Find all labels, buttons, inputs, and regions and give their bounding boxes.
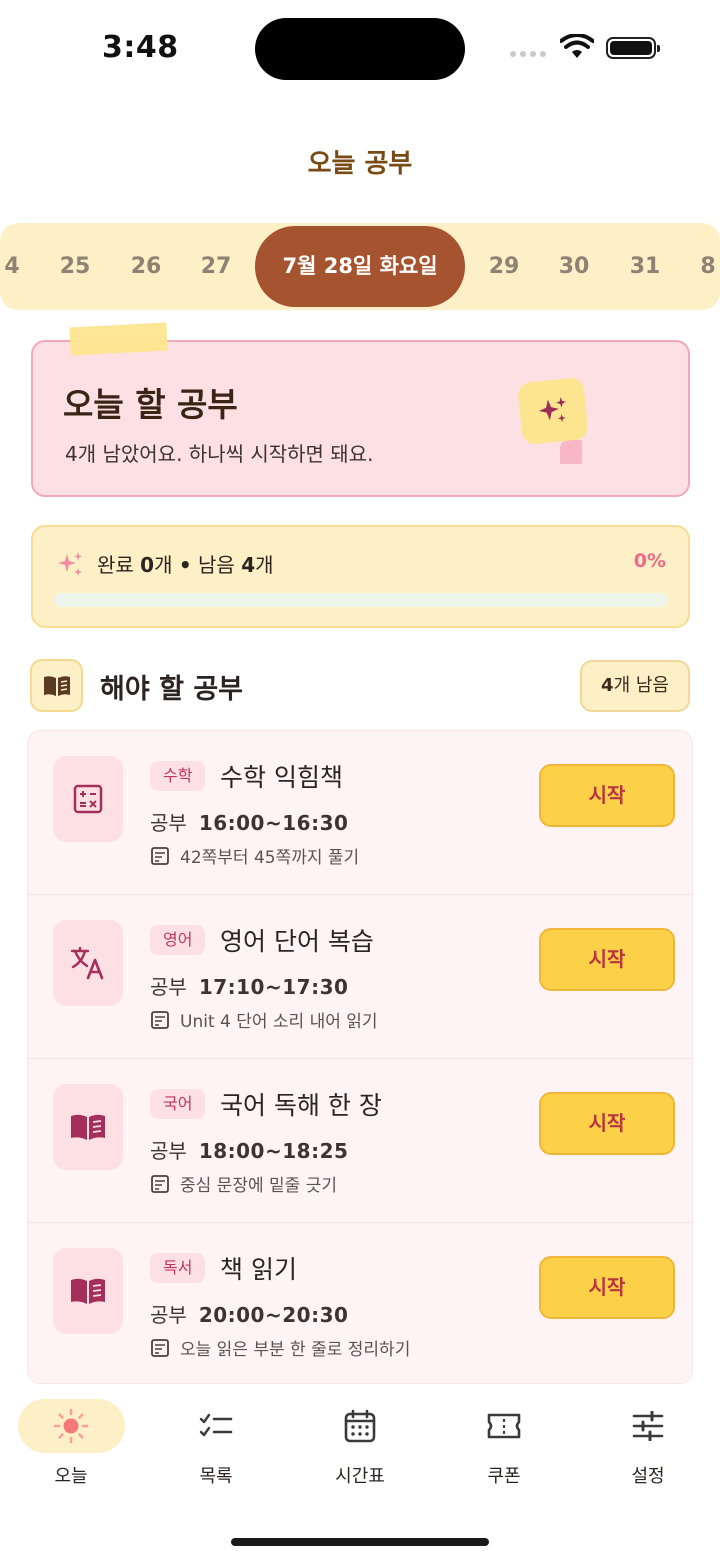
home-indicator: [231, 1538, 489, 1546]
selected-date-pill[interactable]: 7월 28일 화요일: [255, 226, 465, 307]
progress-bar: [54, 593, 667, 607]
calendar-icon: [306, 1399, 414, 1453]
dynamic-island: [255, 18, 465, 80]
today-summary-card: 오늘 할 공부 4개 남았어요. 하나씩 시작하면 돼요.: [31, 340, 690, 497]
task-row: 국어 국어 독해 한 장 공부 18:00~18:25 중심 문장에 밑줄 긋기 …: [28, 1059, 692, 1223]
nav-item-coupon[interactable]: 쿠폰: [450, 1399, 558, 1488]
checklist-icon: [162, 1399, 270, 1453]
date-item[interactable]: 4: [0, 223, 42, 310]
section-title: 해야 할 공부: [100, 674, 243, 705]
note-icon: [151, 846, 169, 865]
task-list: 수학 수학 익힘책 공부 16:00~16:30 42쪽부터 45쪽까지 풀기 시…: [27, 730, 693, 1384]
page-title: 오늘 공부: [307, 149, 413, 179]
status-bar: 3:48: [0, 0, 720, 100]
sparkle-icon: [58, 552, 82, 576]
subject-tag: 국어: [150, 1089, 206, 1119]
task-note: Unit 4 단어 소리 내어 읽기: [150, 1007, 378, 1032]
nav-label: 오늘: [54, 1466, 88, 1487]
decorative-tape: [69, 322, 168, 356]
note-icon: [151, 1174, 169, 1193]
date-item[interactable]: 27: [186, 223, 246, 310]
progress-percent: 0%: [633, 550, 666, 572]
bottom-nav: 오늘 목록 시간표 쿠폰 설정: [0, 1385, 720, 1561]
task-note: 42쪽부터 45쪽까지 풀기: [150, 843, 359, 868]
nav-label: 쿠폰: [487, 1466, 521, 1487]
wifi-icon: [560, 34, 594, 58]
subject-tag: 영어: [150, 925, 206, 955]
status-time: 3:48: [102, 30, 179, 65]
cellular-signal-icon: [510, 51, 546, 57]
note-icon: [151, 1338, 169, 1357]
start-button[interactable]: 시작: [539, 764, 675, 827]
task-time: 공부 20:00~20:30: [150, 1303, 349, 1327]
translate-icon: [53, 920, 123, 1006]
nav-label: 목록: [199, 1466, 233, 1487]
book-icon: [53, 1084, 123, 1170]
note-icon: [151, 1010, 169, 1029]
subject-tag: 수학: [150, 761, 206, 791]
progress-summary: 완료 0개 • 남음 4개: [97, 553, 274, 577]
ticket-icon: [450, 1399, 558, 1453]
task-time: 공부 17:10~17:30: [150, 975, 349, 999]
task-title: 책 읽기: [220, 1255, 297, 1284]
task-row: 영어 영어 단어 복습 공부 17:10~17:30 Unit 4 단어 소리 내…: [28, 895, 692, 1059]
nav-item-timetable[interactable]: 시간표: [306, 1399, 414, 1488]
start-button[interactable]: 시작: [539, 928, 675, 991]
sticker-tail: [560, 440, 582, 464]
battery-icon: [606, 37, 660, 59]
date-item[interactable]: 31: [615, 223, 675, 310]
task-note: 중심 문장에 밑줄 긋기: [150, 1171, 337, 1196]
nav-item-list[interactable]: 목록: [162, 1399, 270, 1488]
nav-item-today[interactable]: 오늘: [17, 1399, 125, 1488]
book-icon: [30, 659, 83, 712]
task-time: 공부 18:00~18:25: [150, 1139, 349, 1163]
task-row: 독서 책 읽기 공부 20:00~20:30 오늘 읽은 부분 한 줄로 정리하기…: [28, 1223, 692, 1383]
sliders-icon: [594, 1399, 702, 1453]
sparkle-sticker-icon: [516, 376, 590, 446]
date-item[interactable]: 30: [544, 223, 604, 310]
start-button[interactable]: 시작: [539, 1256, 675, 1319]
date-item[interactable]: 8: [678, 223, 720, 310]
task-title: 수학 익힘책: [220, 763, 343, 792]
nav-item-settings[interactable]: 설정: [594, 1399, 702, 1488]
hero-subtitle: 4개 남았어요. 하나씩 시작하면 돼요.: [65, 442, 374, 466]
task-time: 공부 16:00~16:30: [150, 811, 349, 835]
remaining-count-badge: 4개 남음: [580, 660, 690, 712]
nav-label: 시간표: [335, 1466, 385, 1487]
hero-title: 오늘 할 공부: [63, 385, 238, 424]
calculator-icon: [53, 756, 123, 842]
sun-icon: [17, 1399, 125, 1453]
task-title: 국어 독해 한 장: [220, 1091, 382, 1120]
nav-label: 설정: [631, 1466, 665, 1487]
date-item[interactable]: 26: [116, 223, 176, 310]
progress-card: 완료 0개 • 남음 4개 0%: [31, 525, 690, 628]
date-item[interactable]: 25: [45, 223, 105, 310]
date-item[interactable]: 29: [474, 223, 534, 310]
task-title: 영어 단어 복습: [220, 927, 374, 956]
book-icon: [53, 1248, 123, 1334]
start-button[interactable]: 시작: [539, 1092, 675, 1155]
task-row: 수학 수학 익힘책 공부 16:00~16:30 42쪽부터 45쪽까지 풀기 시…: [28, 731, 692, 895]
task-note: 오늘 읽은 부분 한 줄로 정리하기: [150, 1335, 410, 1360]
subject-tag: 독서: [150, 1253, 206, 1283]
date-strip[interactable]: 4 25 26 27 7월 28일 화요일 29 30 31 8: [0, 223, 720, 310]
